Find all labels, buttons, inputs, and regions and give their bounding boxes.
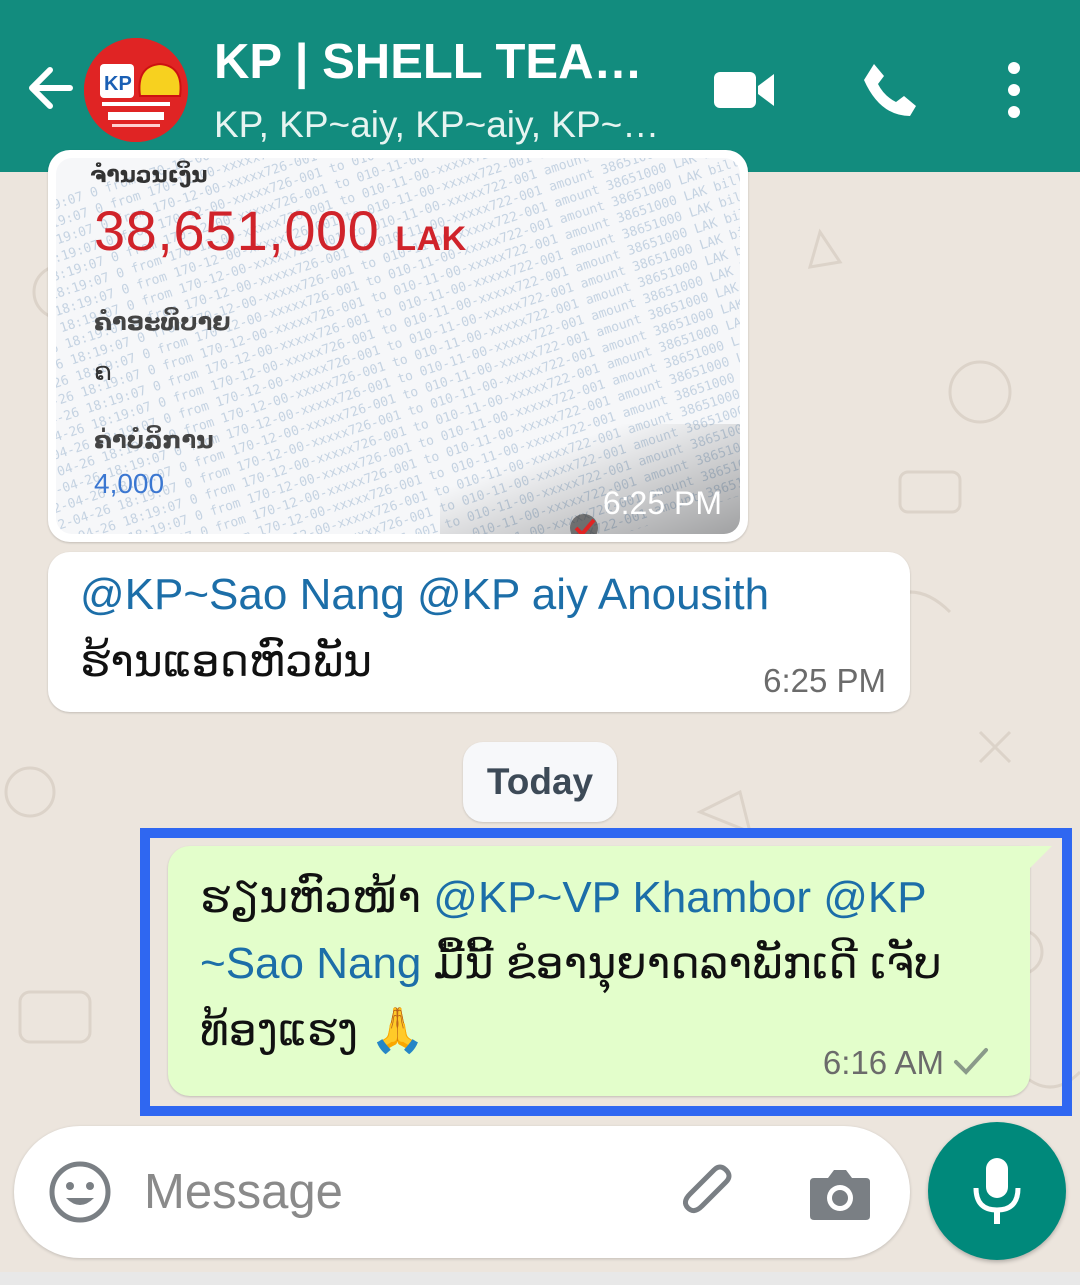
attach-icon[interactable]: [676, 1160, 744, 1228]
svg-text:KP: KP: [104, 73, 132, 95]
fee-value: 4,000: [94, 468, 165, 499]
transfer-amount: 38,651,000 LAK: [94, 198, 467, 263]
message-composer: [14, 1126, 910, 1258]
message-line-1: ຮຽນຫົວໜ້າ @KP~VP Khambor @KP: [200, 872, 927, 923]
chat-participants[interactable]: KP, KP~aiy, KP~aiy, KP~…: [214, 104, 664, 146]
message-text: ມື້ນີ້ ຂໍອານຸຍາດລາພັກເດີ ເຈັບ: [421, 939, 942, 988]
more-options-icon[interactable]: [988, 58, 1040, 122]
amount-currency: LAK: [395, 220, 467, 258]
fee-label: ຄ່າບໍລິການ: [94, 427, 214, 454]
emoji-icon[interactable]: [48, 1160, 112, 1224]
chat-header: KP KP | SHELL TEA… KP, KP~aiy, KP~aiy, K…: [0, 0, 1080, 172]
message-line-3: ທ້ອງແຮງ 🙏: [200, 1006, 426, 1055]
message-time: 6:25 PM: [763, 662, 886, 699]
system-nav-strip: [0, 1272, 1080, 1285]
incoming-image-message[interactable]: 2022-04-26 18:19:07 0 from 170-12-00-xxx…: [48, 150, 748, 542]
message-input[interactable]: [144, 1156, 644, 1228]
video-call-icon[interactable]: [712, 58, 776, 122]
incoming-text-message[interactable]: @KP~Sao Nang @KP aiy Anousith ຮ້ານແອດຫົວ…: [48, 552, 910, 712]
message-mentions[interactable]: @KP~Sao Nang @KP aiy Anousith: [80, 570, 769, 620]
amount-label: ຈຳນວນເງິນ: [90, 162, 208, 187]
kp-shell-logo: KP: [84, 38, 188, 142]
message-mention[interactable]: ~Sao Nang: [200, 939, 421, 988]
message-time: 6:16 AM: [822, 1044, 944, 1081]
transfer-receipt-image[interactable]: 2022-04-26 18:19:07 0 from 170-12-00-xxx…: [56, 158, 740, 534]
chat-title[interactable]: KP | SHELL TEA…: [214, 34, 644, 90]
back-arrow-icon[interactable]: [20, 58, 80, 118]
sent-check-icon: [954, 1048, 988, 1075]
outgoing-text-message[interactable]: ຮຽນຫົວໜ້າ @KP~VP Khambor @KP ~Sao Nang ມ…: [168, 846, 1052, 1096]
mic-icon: [973, 1158, 1021, 1224]
group-avatar[interactable]: KP: [84, 38, 188, 142]
date-separator: Today: [463, 742, 617, 822]
message-text: ຮ້ານແອດຫົວພັນ: [80, 637, 373, 686]
voice-record-button[interactable]: [928, 1122, 1066, 1260]
message-text: ຮຽນຫົວໜ້າ: [200, 873, 434, 922]
amount-value: 38,651,000: [94, 199, 380, 262]
message-mention[interactable]: @KP~VP Khambor @KP: [433, 873, 926, 922]
camera-icon[interactable]: [806, 1162, 874, 1226]
message-line-2: ~Sao Nang ມື້ນີ້ ຂໍອານຸຍາດລາພັກເດີ ເຈັບ: [200, 938, 942, 989]
description-value: ຄ: [94, 356, 112, 386]
voice-call-icon[interactable]: [858, 58, 922, 122]
description-label: ຄຳອະທິບາຍ: [94, 309, 231, 336]
message-time: 6:25 PM: [602, 485, 722, 521]
